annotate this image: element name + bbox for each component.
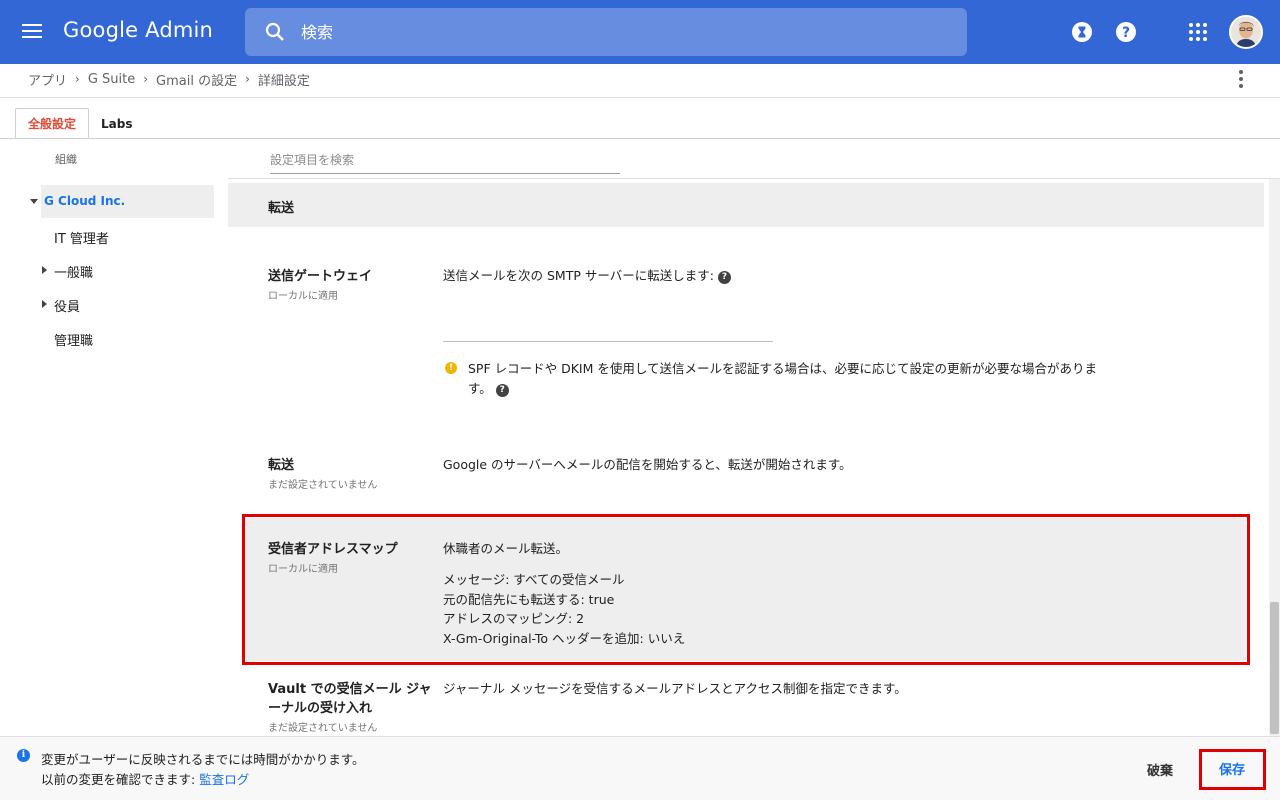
breadcrumb-apps[interactable]: アプリ — [28, 70, 67, 89]
help-icon[interactable]: ? — [717, 271, 731, 284]
search-icon[interactable] — [263, 20, 287, 44]
top-app-bar: Google Admin ? — [0, 0, 1280, 64]
setting-scope: まだ設定されていません — [268, 480, 378, 491]
tab-general-settings[interactable]: 全般設定 — [15, 108, 90, 139]
tab-bar: 全般設定 Labs — [15, 108, 145, 139]
org-label: 組織 — [55, 153, 77, 166]
more-vert-icon[interactable] — [1232, 68, 1250, 90]
section-title: 転送 — [268, 201, 295, 216]
vault-title-line1: Vault での受信メール ジャ — [268, 682, 432, 697]
audit-notice: 以前の変更を確認できます: 監査ログ — [41, 769, 249, 788]
divider — [0, 97, 1280, 98]
highlight-frame — [242, 514, 1250, 665]
section-header-forwarding: 転送 — [228, 183, 1264, 227]
audit-notice-text: 以前の変更を確認できます: — [41, 772, 200, 787]
caret-down-icon[interactable] — [30, 199, 38, 204]
org-tree-root[interactable]: G Cloud Inc. — [41, 185, 214, 218]
discard-button[interactable]: 破棄 — [1136, 755, 1184, 783]
breadcrumb-gsuite[interactable]: G Suite — [88, 72, 135, 87]
forwarding-description: Google のサーバーへメールの配信を開始すると、転送が開始されます。 — [443, 457, 852, 472]
bottom-action-bar — [0, 736, 1280, 800]
chevron-right-icon: › — [75, 72, 80, 86]
org-item-it-admin[interactable]: IT 管理者 — [54, 228, 109, 247]
svg-text:?: ? — [1122, 25, 1130, 41]
gateway-warning: SPF レコードや DKIM を使用して送信メールを認証する場合は、必要に応じて… — [468, 359, 1108, 398]
org-item-executives[interactable]: 役員 — [54, 296, 80, 315]
caret-right-icon[interactable] — [42, 300, 47, 308]
hourglass-icon[interactable] — [1070, 20, 1094, 44]
breadcrumb-advanced-settings: 詳細設定 — [257, 73, 310, 89]
smtp-server-input[interactable] — [443, 316, 773, 342]
audit-log-link[interactable]: 監査ログ — [199, 772, 249, 787]
search-input[interactable] — [301, 18, 941, 46]
gateway-description: 送信メールを次の SMTP サーバーに転送します:? — [443, 266, 731, 286]
vault-description: ジャーナル メッセージを受信するメールアドレスとアクセス制御を指定できます。 — [443, 681, 907, 696]
vault-title-line2: ーナルの受け入れ — [268, 701, 373, 716]
setting-scope: ローカルに適用 — [268, 291, 338, 302]
help-icon[interactable]: ? — [495, 383, 509, 397]
help-icon[interactable]: ? — [1114, 20, 1138, 44]
settings-search-input[interactable] — [270, 147, 620, 174]
breadcrumb-gmail-settings[interactable]: Gmail の設定 — [156, 70, 237, 89]
apps-grid-icon[interactable] — [1186, 20, 1210, 44]
caret-right-icon[interactable] — [42, 266, 47, 274]
setting-title-forwarding[interactable]: 転送 — [268, 456, 294, 475]
org-item-general-staff[interactable]: 一般職 — [54, 262, 93, 281]
divider — [228, 178, 1280, 179]
menu-icon[interactable] — [22, 20, 50, 44]
chevron-right-icon: › — [245, 72, 250, 86]
gateway-description-text: 送信メールを次の SMTP サーバーに転送します: — [443, 268, 714, 283]
search-bar[interactable] — [245, 8, 967, 56]
tab-labs[interactable]: Labs — [89, 108, 144, 139]
divider — [0, 138, 1280, 139]
setting-scope: まだ設定されていません — [268, 723, 378, 734]
save-highlight-frame — [1199, 749, 1266, 790]
avatar[interactable] — [1229, 15, 1263, 49]
info-icon: i — [17, 749, 30, 762]
chevron-right-icon: › — [143, 72, 149, 86]
setting-title-outbound-gateway[interactable]: 送信ゲートウェイ — [268, 267, 372, 286]
warning-icon: ! — [445, 362, 457, 374]
scrollbar-thumb[interactable] — [1270, 602, 1279, 734]
org-root-label: G Cloud Inc. — [44, 194, 126, 208]
app-title[interactable]: Google Admin — [63, 18, 213, 42]
setting-title-vault-journal[interactable]: Vault での受信メール ジャ ーナルの受け入れ — [268, 680, 431, 718]
breadcrumb: アプリ › G Suite › Gmail の設定 › 詳細設定 — [28, 70, 310, 89]
gateway-warning-text: SPF レコードや DKIM を使用して送信メールを認証する場合は、必要に応じて… — [468, 361, 1098, 396]
propagation-notice: 変更がユーザーに反映されるまでには時間がかかります。 — [41, 752, 365, 767]
org-item-managers[interactable]: 管理職 — [54, 330, 93, 349]
